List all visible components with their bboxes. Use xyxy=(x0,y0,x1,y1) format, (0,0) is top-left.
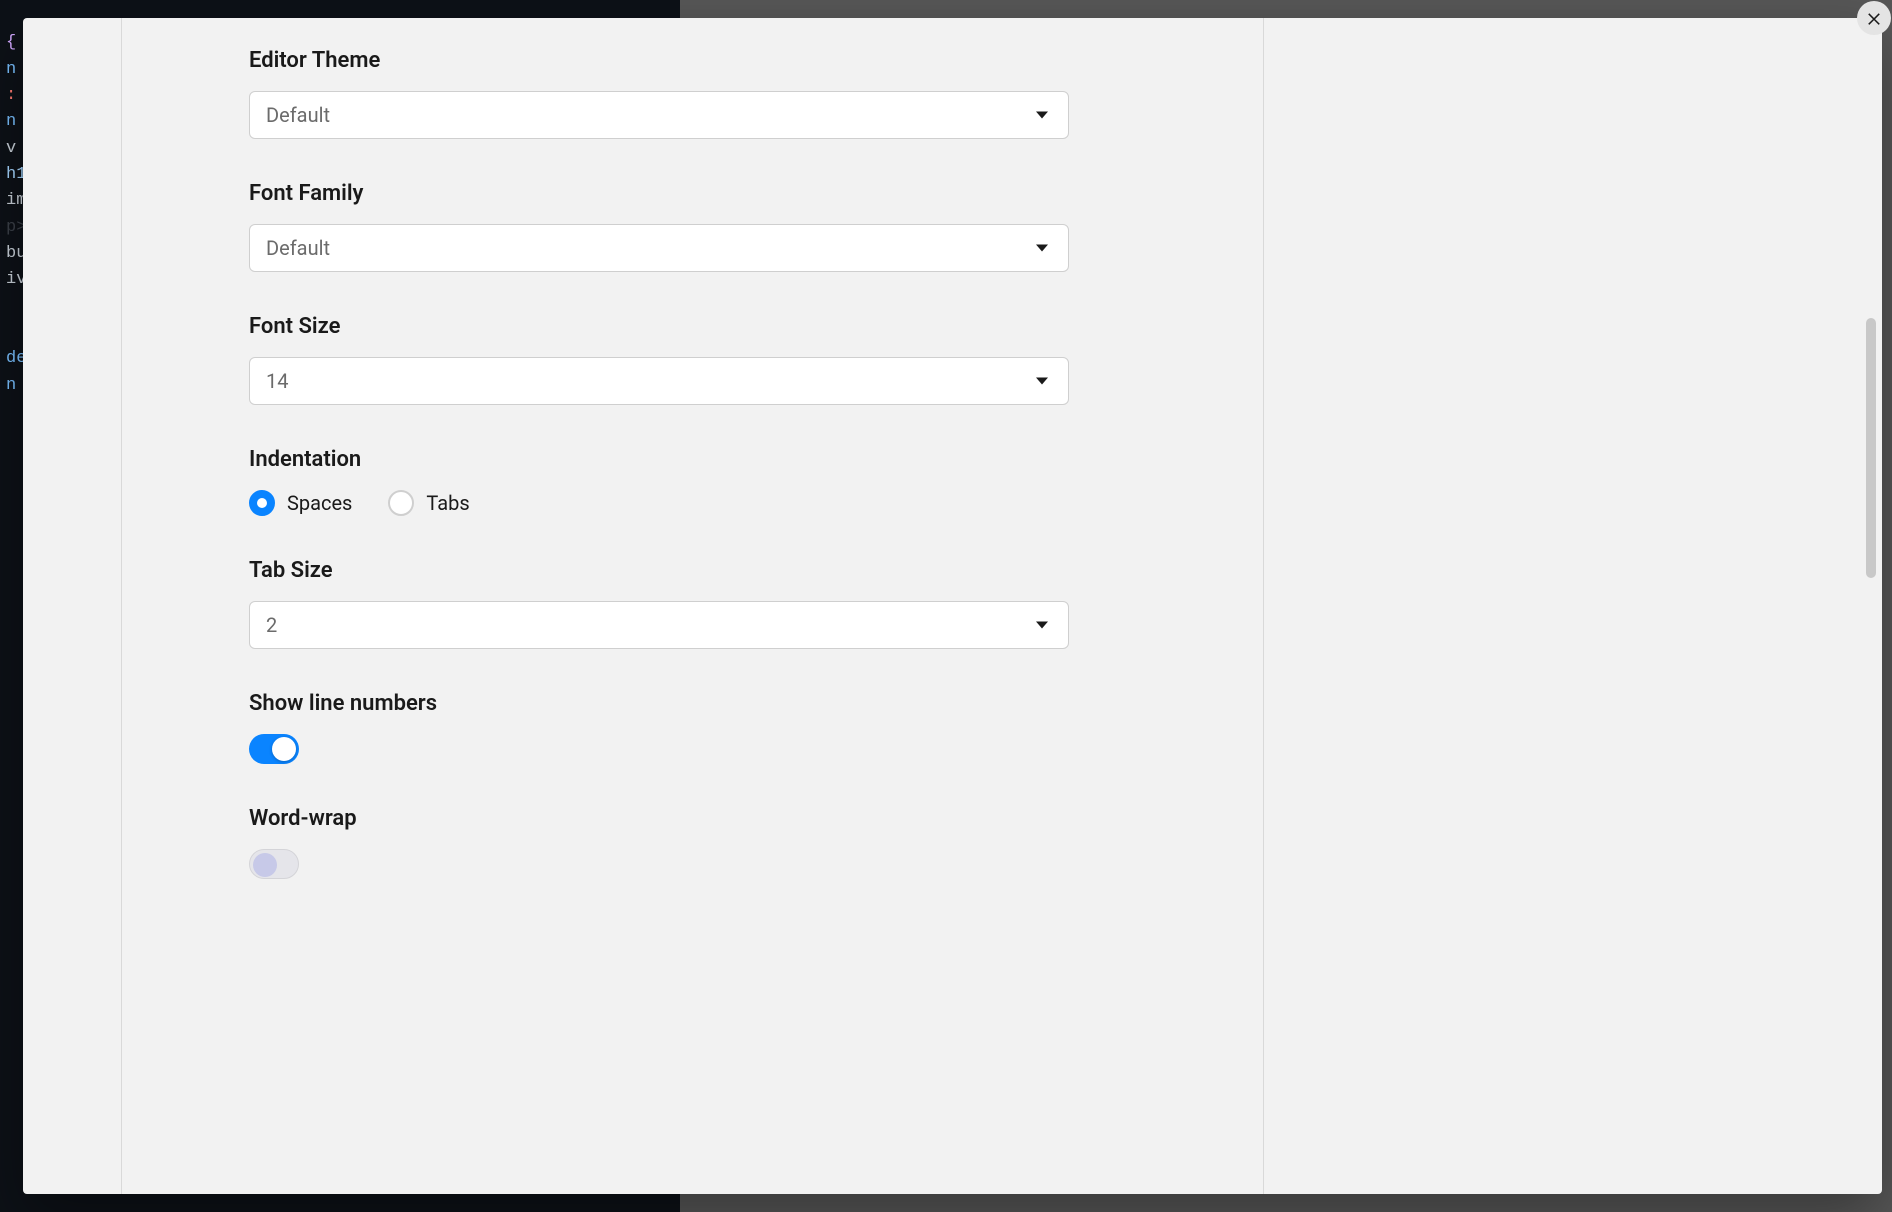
scrollbar-thumb[interactable] xyxy=(1866,318,1876,578)
close-icon xyxy=(1865,9,1883,27)
select-editor-theme[interactable]: Default xyxy=(249,91,1069,139)
radio-indentation-spaces[interactable]: Spaces xyxy=(249,490,352,516)
label-indentation: Indentation xyxy=(249,447,1181,472)
field-line-numbers: Show line numbers xyxy=(249,691,1181,764)
field-tab-size: Tab Size 2 xyxy=(249,558,1181,649)
divider xyxy=(1263,18,1264,1194)
label-tab-size: Tab Size xyxy=(249,558,1181,583)
radio-label: Spaces xyxy=(287,491,352,515)
toggle-line-numbers[interactable] xyxy=(249,734,299,764)
label-editor-theme: Editor Theme xyxy=(249,48,1181,73)
label-font-size: Font Size xyxy=(249,314,1181,339)
chevron-down-icon xyxy=(1036,622,1048,629)
field-font-size: Font Size 14 xyxy=(249,314,1181,405)
radio-icon xyxy=(388,490,414,516)
label-font-family: Font Family xyxy=(249,181,1181,206)
switch-knob xyxy=(253,853,277,877)
field-font-family: Font Family Default xyxy=(249,181,1181,272)
radio-label: Tabs xyxy=(426,491,469,515)
field-editor-theme: Editor Theme Default xyxy=(249,48,1181,139)
select-value: 2 xyxy=(266,613,277,637)
select-font-size[interactable]: 14 xyxy=(249,357,1069,405)
switch-knob xyxy=(272,737,296,761)
field-indentation: Indentation Spaces Tabs xyxy=(249,447,1181,516)
scrollbar[interactable] xyxy=(1864,18,1878,1194)
label-line-numbers: Show line numbers xyxy=(249,691,1181,716)
select-tab-size[interactable]: 2 xyxy=(249,601,1069,649)
close-button[interactable] xyxy=(1857,1,1891,35)
select-font-family[interactable]: Default xyxy=(249,224,1069,272)
chevron-down-icon xyxy=(1036,112,1048,119)
radio-icon xyxy=(249,490,275,516)
settings-form: Editor Theme Default Font Family Default… xyxy=(121,18,1181,1194)
field-word-wrap: Word-wrap xyxy=(249,806,1181,879)
chevron-down-icon xyxy=(1036,245,1048,252)
settings-modal: Editor Theme Default Font Family Default… xyxy=(23,18,1882,1194)
select-value: Default xyxy=(266,236,330,260)
chevron-down-icon xyxy=(1036,378,1048,385)
toggle-word-wrap[interactable] xyxy=(249,849,299,879)
radio-indentation-tabs[interactable]: Tabs xyxy=(388,490,469,516)
select-value: 14 xyxy=(266,369,288,393)
select-value: Default xyxy=(266,103,330,127)
label-word-wrap: Word-wrap xyxy=(249,806,1181,831)
